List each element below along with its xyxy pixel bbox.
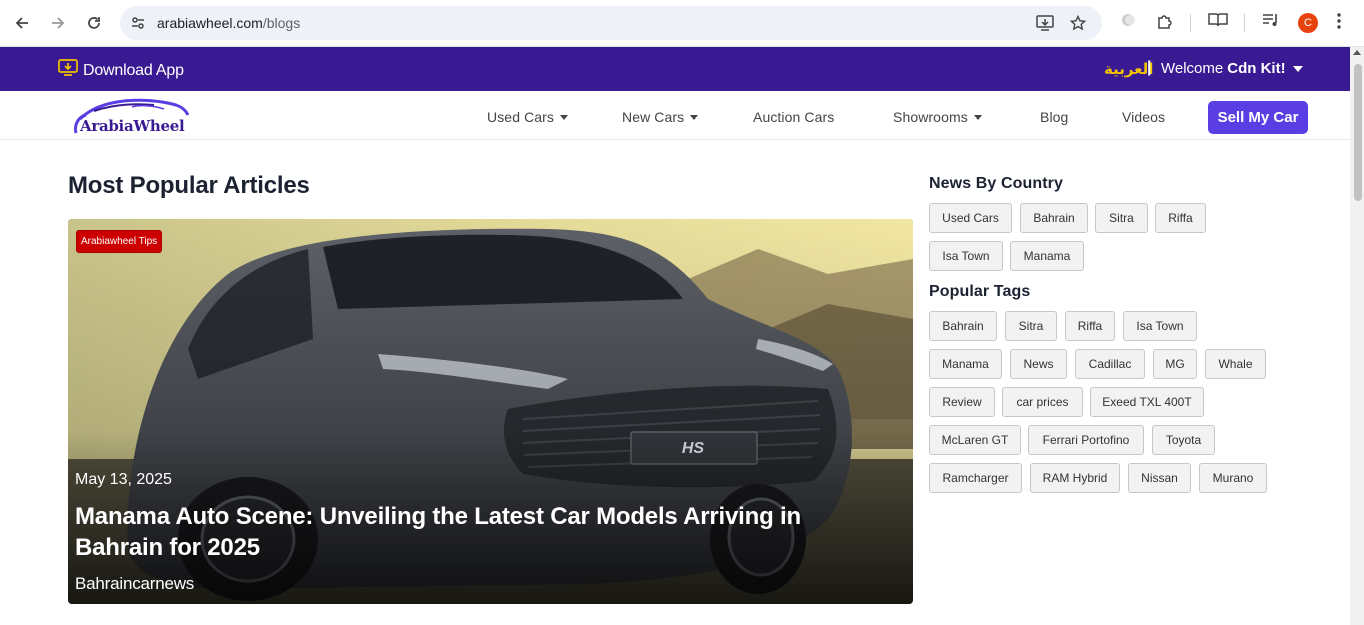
tag-chip[interactable]: Ferrari Portofino [1028,425,1144,455]
tag-chip[interactable]: News [1010,349,1067,379]
url-path: /blogs [262,15,301,31]
nav-label: New Cars [622,109,685,125]
chevron-down-icon [973,115,982,120]
tag-chip[interactable]: McLaren GT [929,425,1021,455]
country-chip[interactable]: Bahrain [1020,203,1088,233]
tag-chip[interactable]: Toyota [1152,425,1215,455]
article-source[interactable]: Bahraincarnews [75,574,194,594]
nav-showrooms[interactable]: Showrooms [893,109,982,125]
browser-toolbar: arabiawheel.com/blogs C [0,0,1364,47]
nav-videos[interactable]: Videos [1122,109,1165,125]
install-app-icon[interactable] [1036,15,1054,36]
media-control-icon[interactable] [1262,12,1280,33]
url-host: arabiawheel.com [157,15,263,31]
article-date: May 13, 2025 [75,471,172,488]
chevron-down-icon [690,115,699,120]
tag-chip[interactable]: Ramcharger [929,463,1022,493]
download-app-label: Download App [83,61,184,79]
chevron-down-icon [560,115,569,120]
sell-my-car-button[interactable]: Sell My Car [1208,101,1308,134]
tag-chip[interactable]: RAM Hybrid [1030,463,1120,493]
top-bar: Download App العربية | Welcome Cdn Kit! [0,47,1350,91]
tag-chip[interactable]: Isa Town [1123,311,1197,341]
site-info-icon[interactable] [130,15,146,36]
tag-chip[interactable]: Nissan [1128,463,1191,493]
chevron-down-icon [1292,65,1303,72]
nav-label: Videos [1122,109,1166,125]
address-bar[interactable]: arabiawheel.com/blogs [120,6,1102,40]
nav-label: Blog [1040,109,1069,125]
plate-emblem: HS [682,440,705,457]
tag-chip[interactable]: Exeed TXL 400T [1090,387,1204,417]
article-title[interactable]: Manama Auto Scene: Unveiling the Latest … [75,501,875,563]
tag-chip[interactable]: Murano [1199,463,1267,493]
tag-chip[interactable]: Manama [929,349,1002,379]
nav-new-cars[interactable]: New Cars [622,109,699,125]
nav-label: Showrooms [893,109,968,125]
url-text: arabiawheel.com/blogs [157,15,300,31]
plate-text: HS [682,440,705,457]
country-chip[interactable]: Manama [1010,241,1084,271]
reading-mode-icon[interactable] [1208,12,1228,33]
tag-chip[interactable]: Sitra [1005,311,1057,341]
nav-auction-cars[interactable]: Auction Cars [753,109,834,125]
logo-text: ArabiaWheel [80,117,185,135]
country-chip[interactable]: Isa Town [929,241,1003,271]
tag-chip[interactable]: Review [929,387,995,417]
topbar-separator: | [1147,59,1152,76]
country-chip[interactable]: Riffa [1155,203,1206,233]
extension-icon[interactable] [1120,12,1136,33]
country-chip[interactable]: Sitra [1095,203,1148,233]
tag-chip[interactable]: MG [1153,349,1197,379]
tag-chip[interactable]: Riffa [1065,311,1115,341]
popular-tags-heading: Popular Tags [929,283,1031,300]
welcome-user: Cdn Kit! [1227,60,1286,77]
welcome-prefix: Welcome [1161,60,1224,77]
page-title: Most Popular Articles [68,172,310,199]
toolbar-divider [1244,14,1245,32]
nav-used-cars[interactable]: Used Cars [487,109,569,125]
tag-chip[interactable]: car prices [1002,387,1083,417]
tag-chip[interactable]: Cadillac [1075,349,1145,379]
tag-chip[interactable]: Whale [1205,349,1266,379]
tag-chip[interactable]: Bahrain [929,311,997,341]
profile-avatar[interactable]: C [1298,13,1318,33]
extensions-puzzle-icon[interactable] [1156,12,1174,35]
news-by-country-heading: News By Country [929,175,1063,192]
bookmark-star-icon[interactable] [1069,14,1087,36]
forward-icon[interactable] [46,11,70,35]
scroll-up-arrow-icon[interactable] [1353,50,1361,55]
back-icon[interactable] [10,11,34,35]
main-navigation: ArabiaWheel Used Cars New Cars Auction C… [0,91,1350,140]
nav-label: Auction Cars [753,109,835,125]
scrollbar-thumb[interactable] [1354,64,1362,201]
nav-blog[interactable]: Blog [1040,109,1068,125]
download-app-link[interactable]: Download App [58,59,184,82]
nav-label: Used Cars [487,109,555,125]
download-app-icon [58,59,78,82]
user-menu[interactable]: Welcome Cdn Kit! [1161,60,1303,77]
reload-icon[interactable] [82,11,106,35]
country-chip[interactable]: Used Cars [929,203,1012,233]
browser-menu-icon[interactable] [1336,12,1342,35]
toolbar-divider [1190,14,1191,32]
category-badge[interactable]: Arabiawheel Tips [76,230,163,253]
